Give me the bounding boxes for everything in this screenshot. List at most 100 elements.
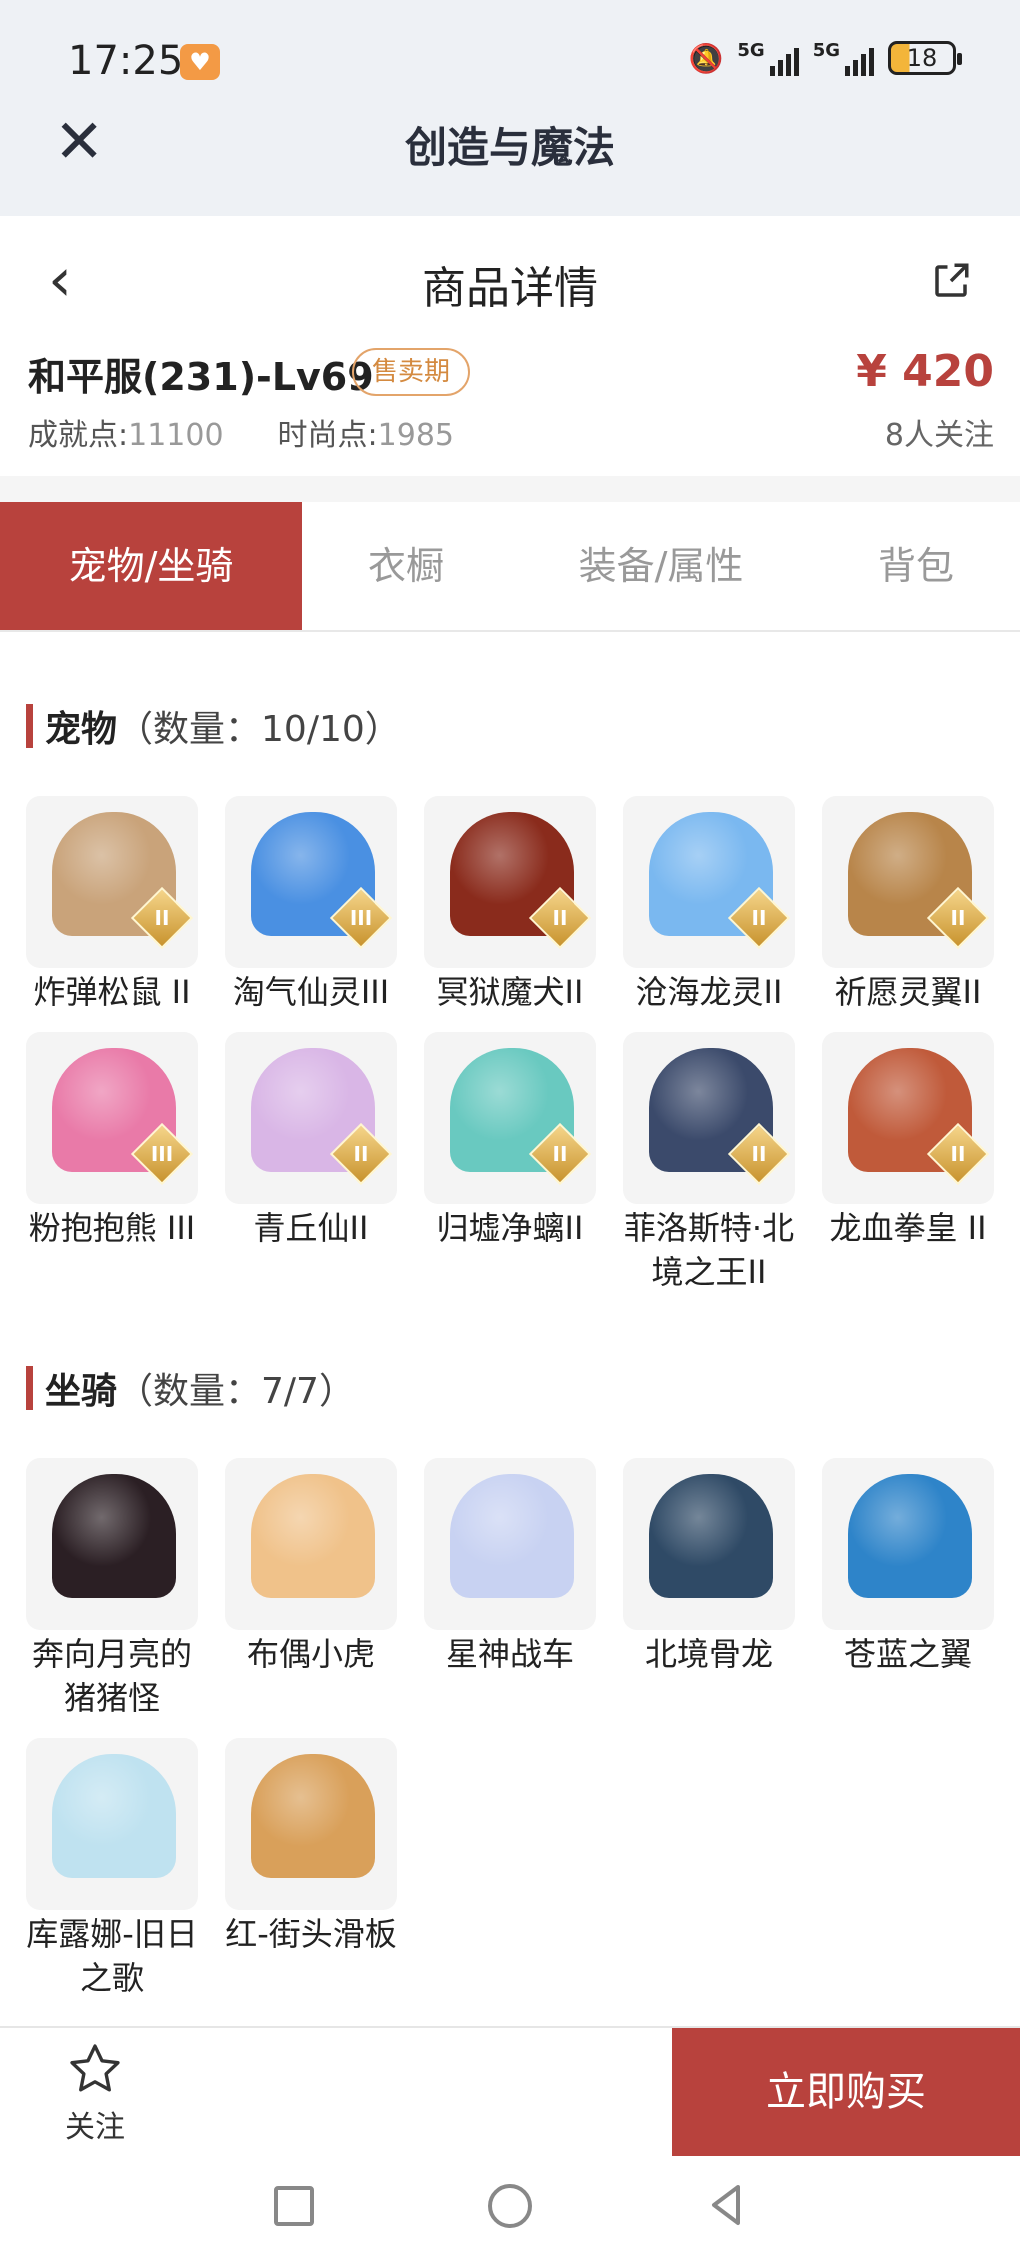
mount-name: 奔向月亮的猪猪怪 — [31, 1635, 192, 1717]
share-icon[interactable] — [930, 260, 972, 302]
pet-item[interactable]: II 菲洛斯特·北境之王II — [623, 1032, 795, 1294]
mount-item[interactable]: 库露娜-旧日之歌 — [26, 1738, 198, 2000]
mount-item[interactable]: 布偶小虎 — [225, 1458, 397, 1720]
system-nav-bar — [0, 2156, 1020, 2264]
followers-count: 8人关注 — [884, 418, 994, 453]
pet-item[interactable]: II 祈愿灵翼II — [822, 796, 994, 1014]
tab-equipment[interactable]: 装备/属性 — [510, 502, 812, 630]
mount-name: 苍蓝之翼 — [843, 1635, 972, 1673]
pet-item[interactable]: III 淘气仙灵III — [225, 796, 397, 1014]
star-icon — [70, 2044, 120, 2092]
fashion-value: 1985 — [377, 418, 455, 453]
pet-item[interactable]: III 粉抱抱熊 III — [26, 1032, 198, 1294]
mounts-count: （数量：7/7） — [117, 1371, 355, 1412]
tier-label: II — [154, 906, 170, 930]
recent-apps-icon[interactable] — [274, 2186, 314, 2226]
mount-name: 星神战车 — [445, 1635, 574, 1673]
mount-item[interactable]: 红-街头滑板 — [225, 1738, 397, 2000]
mount-image — [251, 1754, 375, 1878]
pet-thumbnail: II — [623, 796, 795, 968]
pet-item[interactable]: II 炸弹松鼠 II — [26, 796, 198, 1014]
pet-thumbnail: II — [26, 796, 198, 968]
mount-name: 北境骨龙 — [644, 1635, 773, 1673]
pet-thumbnail: II — [424, 796, 596, 968]
signal-icon-2: 5G — [813, 40, 874, 76]
mount-thumbnail — [424, 1458, 596, 1630]
mounts-grid: 奔向月亮的猪猪怪 布偶小虎 星神战车 北境骨龙 苍蓝之翼库露娜-旧日之歌 红-街头滑板 — [26, 1458, 996, 2000]
home-icon[interactable] — [488, 2184, 532, 2228]
product-price: ¥ 420 — [856, 346, 994, 397]
tab-pets-mounts[interactable]: 宠物/坐骑 — [0, 502, 302, 630]
pet-name: 粉抱抱熊 III — [28, 1209, 196, 1247]
tier-label: II — [552, 1142, 568, 1166]
mount-item[interactable]: 奔向月亮的猪猪怪 — [26, 1458, 198, 1720]
pet-name: 冥狱魔犬II — [436, 973, 584, 1011]
pet-name: 归墟净螭II — [436, 1209, 584, 1247]
mute-bell-icon: 🔕 — [688, 41, 724, 75]
tier-label: II — [353, 1142, 369, 1166]
pet-thumbnail: II — [822, 796, 994, 968]
pet-item[interactable]: II 龙血拳皇 II — [822, 1032, 994, 1294]
mount-item[interactable]: 星神战车 — [424, 1458, 596, 1720]
mount-name: 库露娜-旧日之歌 — [26, 1915, 198, 1997]
pet-name: 菲洛斯特·北境之王II — [623, 1209, 795, 1291]
mount-thumbnail — [225, 1458, 397, 1630]
pet-item[interactable]: II 冥狱魔犬II — [424, 796, 596, 1014]
pet-thumbnail: II — [225, 1032, 397, 1204]
tier-label: III — [349, 906, 373, 930]
divider — [0, 476, 1020, 502]
follow-label: 关注 — [65, 2110, 125, 2145]
pets-grid: II 炸弹松鼠 II III 淘气仙灵III II 冥狱魔犬II II 沧海龙灵II II 祈愿灵… — [26, 796, 996, 1294]
buy-now-button[interactable]: 立即购买 — [672, 2028, 1020, 2156]
signal-icon: 5G — [737, 40, 799, 76]
app-title: 创造与魔法 — [404, 123, 615, 172]
mount-thumbnail — [26, 1458, 198, 1630]
mount-image — [52, 1474, 176, 1598]
mount-name: 红-街头滑板 — [225, 1915, 397, 1953]
tier-label: II — [751, 906, 767, 930]
mount-image — [251, 1474, 375, 1598]
mount-item[interactable]: 北境骨龙 — [623, 1458, 795, 1720]
tier-label: III — [150, 1142, 174, 1166]
pet-thumbnail: II — [424, 1032, 596, 1204]
tier-label: II — [751, 1142, 767, 1166]
tab-wardrobe[interactable]: 衣橱 — [302, 502, 510, 630]
signal-label: 5G — [737, 40, 765, 61]
pet-item[interactable]: II 归墟净螭II — [424, 1032, 596, 1294]
pets-count: （数量：10/10） — [117, 709, 401, 750]
mount-image — [848, 1474, 972, 1598]
achievement-value: 11100 — [128, 418, 224, 453]
pet-item[interactable]: II 沧海龙灵II — [623, 796, 795, 1014]
heart-icon: ♥ — [180, 44, 220, 80]
mounts-title: 坐骑 — [45, 1371, 118, 1412]
pet-item[interactable]: II 青丘仙II — [225, 1032, 397, 1294]
battery-icon: 18 — [888, 41, 962, 75]
pet-name: 炸弹松鼠 II — [33, 973, 191, 1011]
mount-thumbnail — [26, 1738, 198, 1910]
pets-title: 宠物 — [45, 709, 118, 750]
mount-item[interactable]: 苍蓝之翼 — [822, 1458, 994, 1720]
fashion-label: 时尚点: — [277, 418, 378, 453]
pet-name: 沧海龙灵II — [635, 973, 783, 1011]
product-stats: 成就点:11100 时尚点:1985 — [28, 410, 454, 454]
pets-section-title: 宠物（数量：10/10） — [26, 700, 401, 752]
pet-name: 淘气仙灵III — [232, 973, 390, 1011]
mount-name: 布偶小虎 — [246, 1635, 375, 1673]
mount-thumbnail — [225, 1738, 397, 1910]
tab-bar: 宠物/坐骑 衣橱 装备/属性 背包 — [0, 502, 1020, 632]
back-icon[interactable] — [702, 2180, 750, 2230]
mount-image — [649, 1474, 773, 1598]
pet-name: 龙血拳皇 II — [829, 1209, 987, 1247]
tier-label: II — [950, 906, 966, 930]
achievement-label: 成就点: — [28, 418, 129, 453]
tab-backpack[interactable]: 背包 — [812, 502, 1020, 630]
follow-button[interactable]: 关注 — [40, 2040, 150, 2146]
tier-label: II — [950, 1142, 966, 1166]
mount-thumbnail — [822, 1458, 994, 1630]
mount-image — [450, 1474, 574, 1598]
app-header-area: 17:25 ♥ 🔕 5G 5G 18 ✕ 创造与魔法 — [0, 0, 1020, 216]
pet-thumbnail: III — [225, 796, 397, 968]
sale-status-badge: 售卖期 — [352, 348, 471, 396]
pet-name: 青丘仙II — [253, 1209, 369, 1247]
mounts-section-title: 坐骑（数量：7/7） — [26, 1362, 355, 1414]
